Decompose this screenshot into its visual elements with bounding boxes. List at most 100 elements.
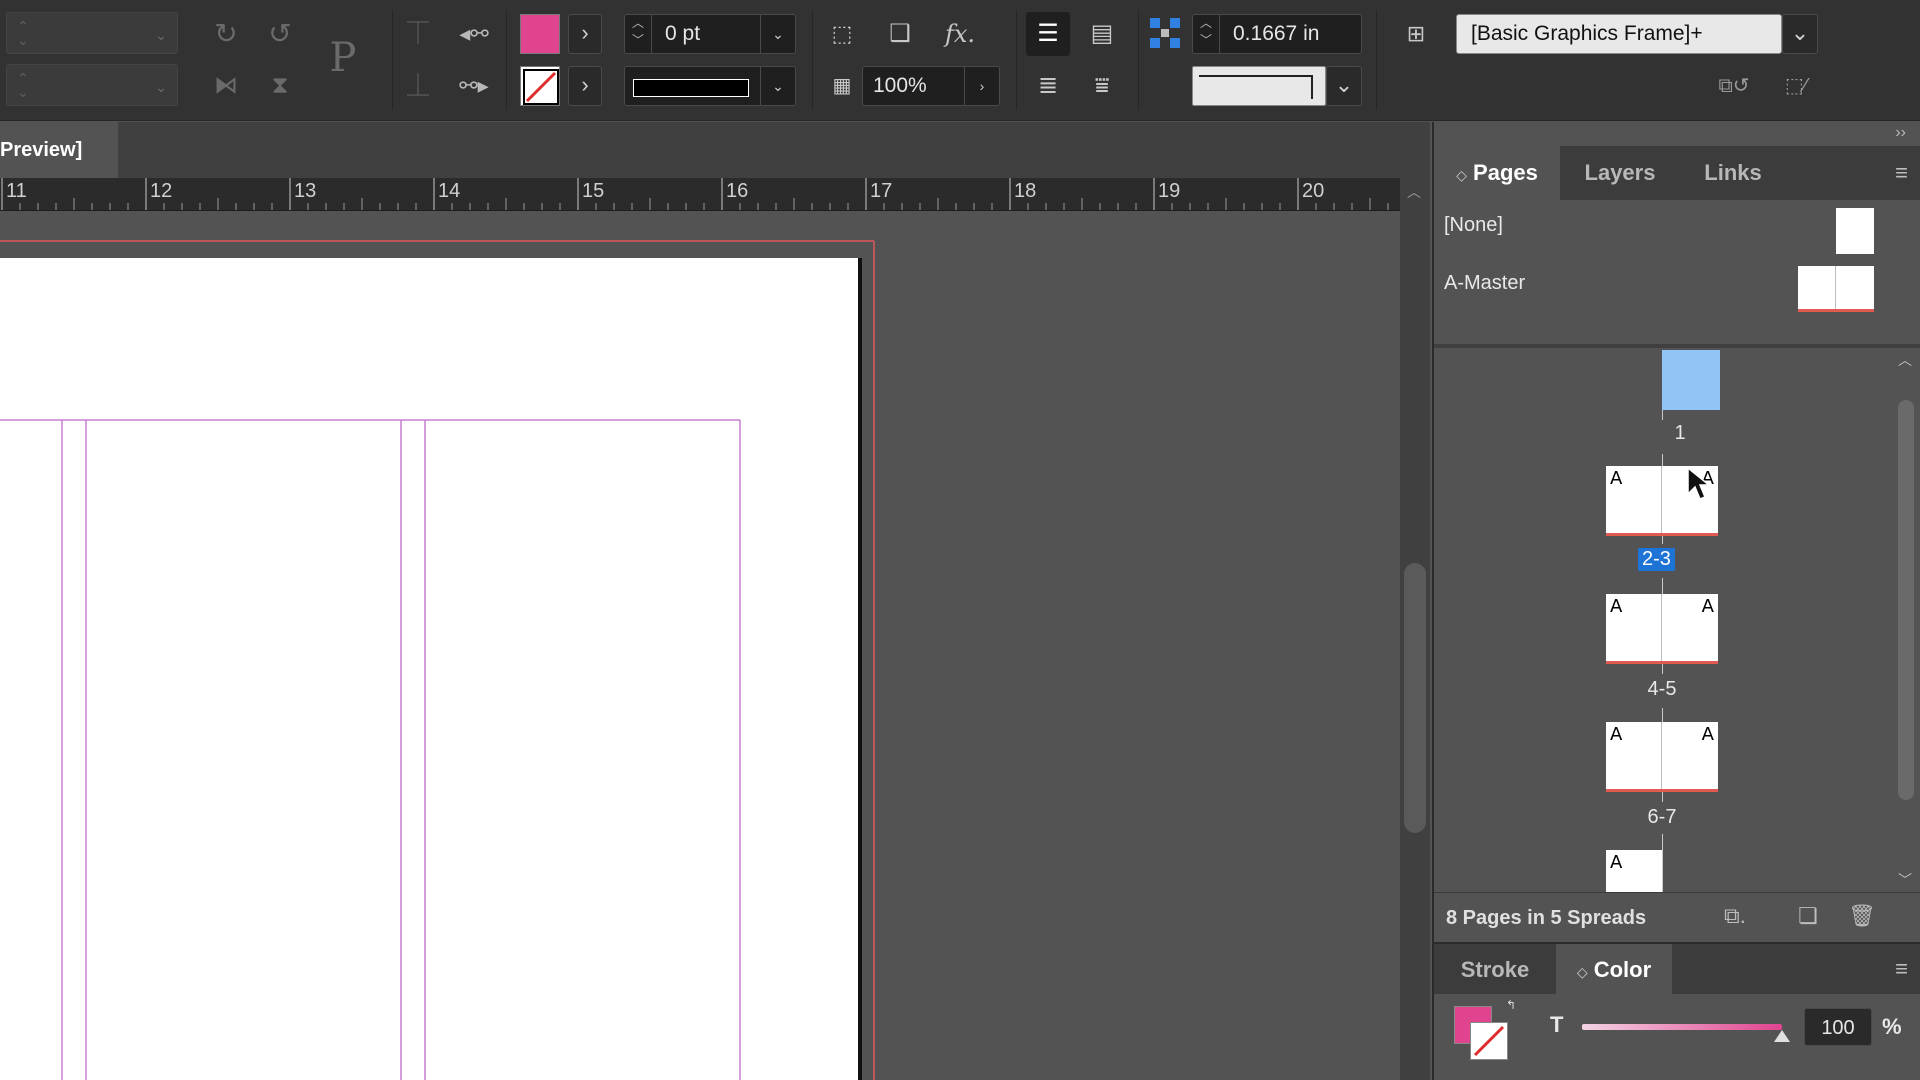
ruler-tick-label: 15 xyxy=(582,180,605,202)
stroke-type-dropdown[interactable]: ⌄ xyxy=(624,66,796,106)
ruler-tick-label: 17 xyxy=(870,180,893,202)
document-tab-bar: Preview] xyxy=(0,122,1430,178)
opacity-icon: ▦ xyxy=(832,75,852,97)
collapse-dock-icon[interactable]: ›› xyxy=(1895,124,1906,142)
select-previous-icon[interactable]: ◂⚯ xyxy=(452,14,496,54)
tint-label: T xyxy=(1550,1012,1564,1037)
rotate-counterclockwise-icon[interactable]: ↺ xyxy=(258,14,302,54)
document-tab-label: Preview] xyxy=(0,139,83,161)
clear-non-defined-icon[interactable]: ⬚⁄ xyxy=(1774,66,1818,106)
panel-menu-icon[interactable]: ≡ xyxy=(1895,162,1908,184)
document-vertical-scrollbar[interactable]: ︿ xyxy=(1400,178,1430,1080)
tab-stroke-label: Stroke xyxy=(1460,957,1530,982)
stroke-swatch[interactable] xyxy=(1470,1022,1508,1060)
master-none[interactable]: [None] xyxy=(1434,202,1920,254)
master-prefix: A xyxy=(1610,724,1623,745)
stroke-menu-button[interactable]: › xyxy=(568,66,602,106)
pages-list[interactable]: 1 A A 2-3 A A 4-5 A A 6-7 A xyxy=(1434,350,1892,892)
page-thumbnail[interactable] xyxy=(1662,350,1720,410)
tab-links[interactable]: Links xyxy=(1680,146,1786,200)
chevron-right-icon[interactable]: › xyxy=(964,67,999,105)
gap-field[interactable]: ︿ ﹀ 0.1667 in xyxy=(1192,14,1362,54)
tab-color[interactable]: ◇ Color xyxy=(1556,944,1672,996)
master-label: A-Master xyxy=(1444,272,1526,294)
chevron-down-icon[interactable]: ﹀ xyxy=(1898,870,1912,890)
control-bar: ⌃ ⌄ ⌄ ⌃ ⌄ ⌄ ↻ ↺ ⧑ ⧗ P ⏉ ◂⚯ ⏊ ⚯▸ › › ︿ ﹀ 0 p… xyxy=(0,0,1920,121)
tint-slider-handle[interactable] xyxy=(1774,1030,1790,1042)
tab-links-label: Links xyxy=(1704,160,1762,185)
object-style-icon[interactable]: ⊞ xyxy=(1396,14,1436,54)
clear-overrides-icon[interactable]: ⧉↺ xyxy=(1712,66,1756,106)
chevron-down-icon[interactable]: ⌄ xyxy=(760,15,795,53)
rotate-clockwise-icon[interactable]: ↻ xyxy=(204,14,248,54)
chevron-down-icon[interactable]: ⌄ xyxy=(1326,66,1362,106)
edit-page-size-icon[interactable]: ⧉. xyxy=(1724,903,1746,929)
wrap-jump-object-icon[interactable]: ≣ xyxy=(1026,66,1070,106)
y-position-dropdown[interactable]: ⌃ ⌄ ⌄ xyxy=(6,64,178,106)
document-tab[interactable]: Preview] xyxy=(0,122,118,178)
panel-divider[interactable] xyxy=(1434,344,1920,348)
stroke-weight-value: 0 pt xyxy=(665,22,701,45)
pasteboard[interactable] xyxy=(0,211,1400,1080)
flip-vertical-icon[interactable]: ⧗ xyxy=(258,66,302,106)
master-thumbnail xyxy=(1836,208,1874,254)
ruler-tick-label: 16 xyxy=(726,180,749,202)
text-wrap-icon: ☰ xyxy=(1037,20,1059,47)
tab-color-label: Color xyxy=(1593,957,1652,982)
text-frame-p-icon[interactable]: P xyxy=(314,28,372,88)
x-position-dropdown[interactable]: ⌃ ⌄ ⌄ xyxy=(6,12,178,54)
spread-thumbnail[interactable]: A A xyxy=(1606,594,1718,664)
master-a[interactable]: A-Master xyxy=(1434,260,1920,312)
flip-horizontal-icon[interactable]: ⧑ xyxy=(204,66,248,106)
tint-slider[interactable] xyxy=(1582,1024,1782,1030)
page-canvas[interactable] xyxy=(0,258,862,1080)
none-swatch-icon xyxy=(523,69,559,105)
spinner-icon[interactable]: ︿ ﹀ xyxy=(625,15,652,53)
chevron-up-icon[interactable]: ︿ xyxy=(1407,182,1421,202)
select-next-icon[interactable]: ⚯▸ xyxy=(452,66,496,106)
fx-effects-icon[interactable]: fx. xyxy=(938,14,982,54)
wrap-next-column-icon[interactable]: ⩸ xyxy=(1080,66,1124,106)
object-style-dropdown[interactable]: [Basic Graphics Frame]+ xyxy=(1456,14,1782,54)
corner-shape-dropdown[interactable] xyxy=(1192,66,1326,106)
spread-thumbnail[interactable]: A A xyxy=(1606,722,1718,792)
tab-stroke[interactable]: Stroke xyxy=(1434,944,1556,996)
ruler-tick-label: 13 xyxy=(294,180,317,202)
stroke-type-preview xyxy=(633,79,749,97)
stroke-swatch[interactable] xyxy=(520,66,560,106)
spinner-icon[interactable]: ︿ ﹀ xyxy=(1193,15,1220,53)
panel-menu-icon[interactable]: ≡ xyxy=(1895,958,1908,980)
scroll-thumb[interactable] xyxy=(1898,400,1914,800)
tint-field[interactable]: 100 xyxy=(1804,1008,1872,1046)
wrap-object-shape-icon[interactable]: ▤ xyxy=(1080,14,1124,54)
chevron-up-icon[interactable]: ︿ xyxy=(1898,350,1912,370)
swap-colors-icon[interactable]: ↰ xyxy=(1506,998,1516,1012)
ruler-tick-label: 12 xyxy=(150,180,173,202)
trash-icon[interactable]: 🗑 xyxy=(1848,903,1876,929)
new-page-icon[interactable]: ❏ xyxy=(1798,903,1818,929)
fill-swatch[interactable] xyxy=(520,14,560,54)
tab-layers[interactable]: Layers xyxy=(1560,146,1680,200)
ruler-tick-label: 20 xyxy=(1302,180,1325,202)
horizontal-ruler[interactable]: 11 12 13 14 15 16 17 18 19 20 xyxy=(0,178,1400,211)
opacity-field[interactable]: 100% › xyxy=(862,66,1000,106)
chevron-right-icon: › xyxy=(581,20,589,45)
select-container-icon[interactable]: ⏉ xyxy=(398,14,438,54)
stroke-weight-field[interactable]: ︿ ﹀ 0 pt ⌄ xyxy=(624,14,796,54)
scroll-thumb[interactable] xyxy=(1404,563,1426,833)
master-thumbnail xyxy=(1798,266,1874,312)
master-prefix: A xyxy=(1701,724,1714,745)
bounding-box-icon[interactable]: ⬚ xyxy=(822,14,862,54)
tab-pages[interactable]: ◇ Pages xyxy=(1434,146,1560,200)
color-panel-tabs: Stroke ◇ Color ≡ xyxy=(1434,942,1920,996)
chevron-down-icon[interactable]: ⌄ xyxy=(1782,14,1818,54)
select-content-icon[interactable]: ⏊ xyxy=(398,66,438,106)
drop-shadow-icon[interactable]: ❑ xyxy=(880,14,920,54)
spinner-icon: ⌃ ⌄ xyxy=(17,18,29,48)
chevron-down-icon: ⌄ xyxy=(155,27,167,43)
chevron-down-icon[interactable]: ⌄ xyxy=(760,67,795,105)
wrap-around-bounding-box-button[interactable]: ☰ xyxy=(1026,12,1070,56)
page-thumbnail[interactable]: A xyxy=(1606,850,1662,892)
fill-menu-button[interactable]: › xyxy=(568,14,602,54)
pages-scrollbar[interactable]: ︿ ﹀ xyxy=(1894,350,1918,892)
